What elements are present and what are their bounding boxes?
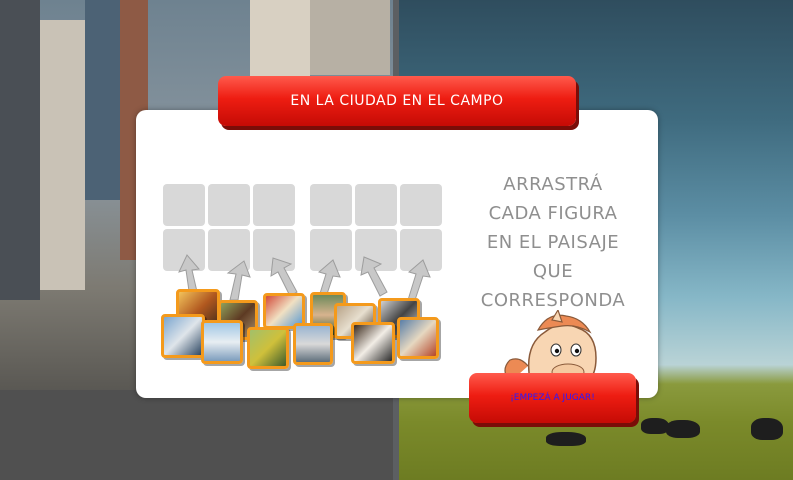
- drop-slot[interactable]: [253, 184, 295, 226]
- drop-slot[interactable]: [163, 184, 205, 226]
- cow-silhouette: [641, 418, 669, 434]
- instruction-line: ARRASTRÁ: [503, 174, 603, 195]
- drop-slot[interactable]: [400, 184, 442, 226]
- draggable-figure[interactable]: [397, 317, 439, 359]
- instruction-line: CADA FIGURA: [488, 203, 618, 224]
- draggable-figure[interactable]: [247, 327, 289, 369]
- cow-silhouette: [546, 432, 586, 446]
- instructions-text: ARRASTRÁ CADA FIGURA EN EL PAISAJE QUE C…: [458, 170, 648, 315]
- cow-silhouette: [666, 420, 700, 438]
- drop-slot[interactable]: [310, 184, 352, 226]
- draggable-figure[interactable]: [351, 322, 395, 364]
- drop-slot[interactable]: [355, 184, 397, 226]
- title-banner: EN LA CIUDAD EN EL CAMPO: [218, 76, 576, 126]
- instruction-line: EN EL PAISAJE: [486, 232, 620, 253]
- draggable-figure[interactable]: [293, 323, 333, 365]
- start-game-button[interactable]: ¡EMPEZÁ A JUGAR!: [469, 373, 636, 423]
- draggable-figure[interactable]: [201, 320, 243, 364]
- drop-slot[interactable]: [208, 184, 250, 226]
- cow-silhouette: [751, 418, 783, 440]
- start-game-label: ¡EMPEZÁ A JUGAR!: [510, 393, 595, 403]
- instruction-line: QUE CORRESPONDA: [480, 261, 626, 311]
- game-title: EN LA CIUDAD EN EL CAMPO: [290, 93, 504, 109]
- draggable-figure[interactable]: [161, 314, 205, 358]
